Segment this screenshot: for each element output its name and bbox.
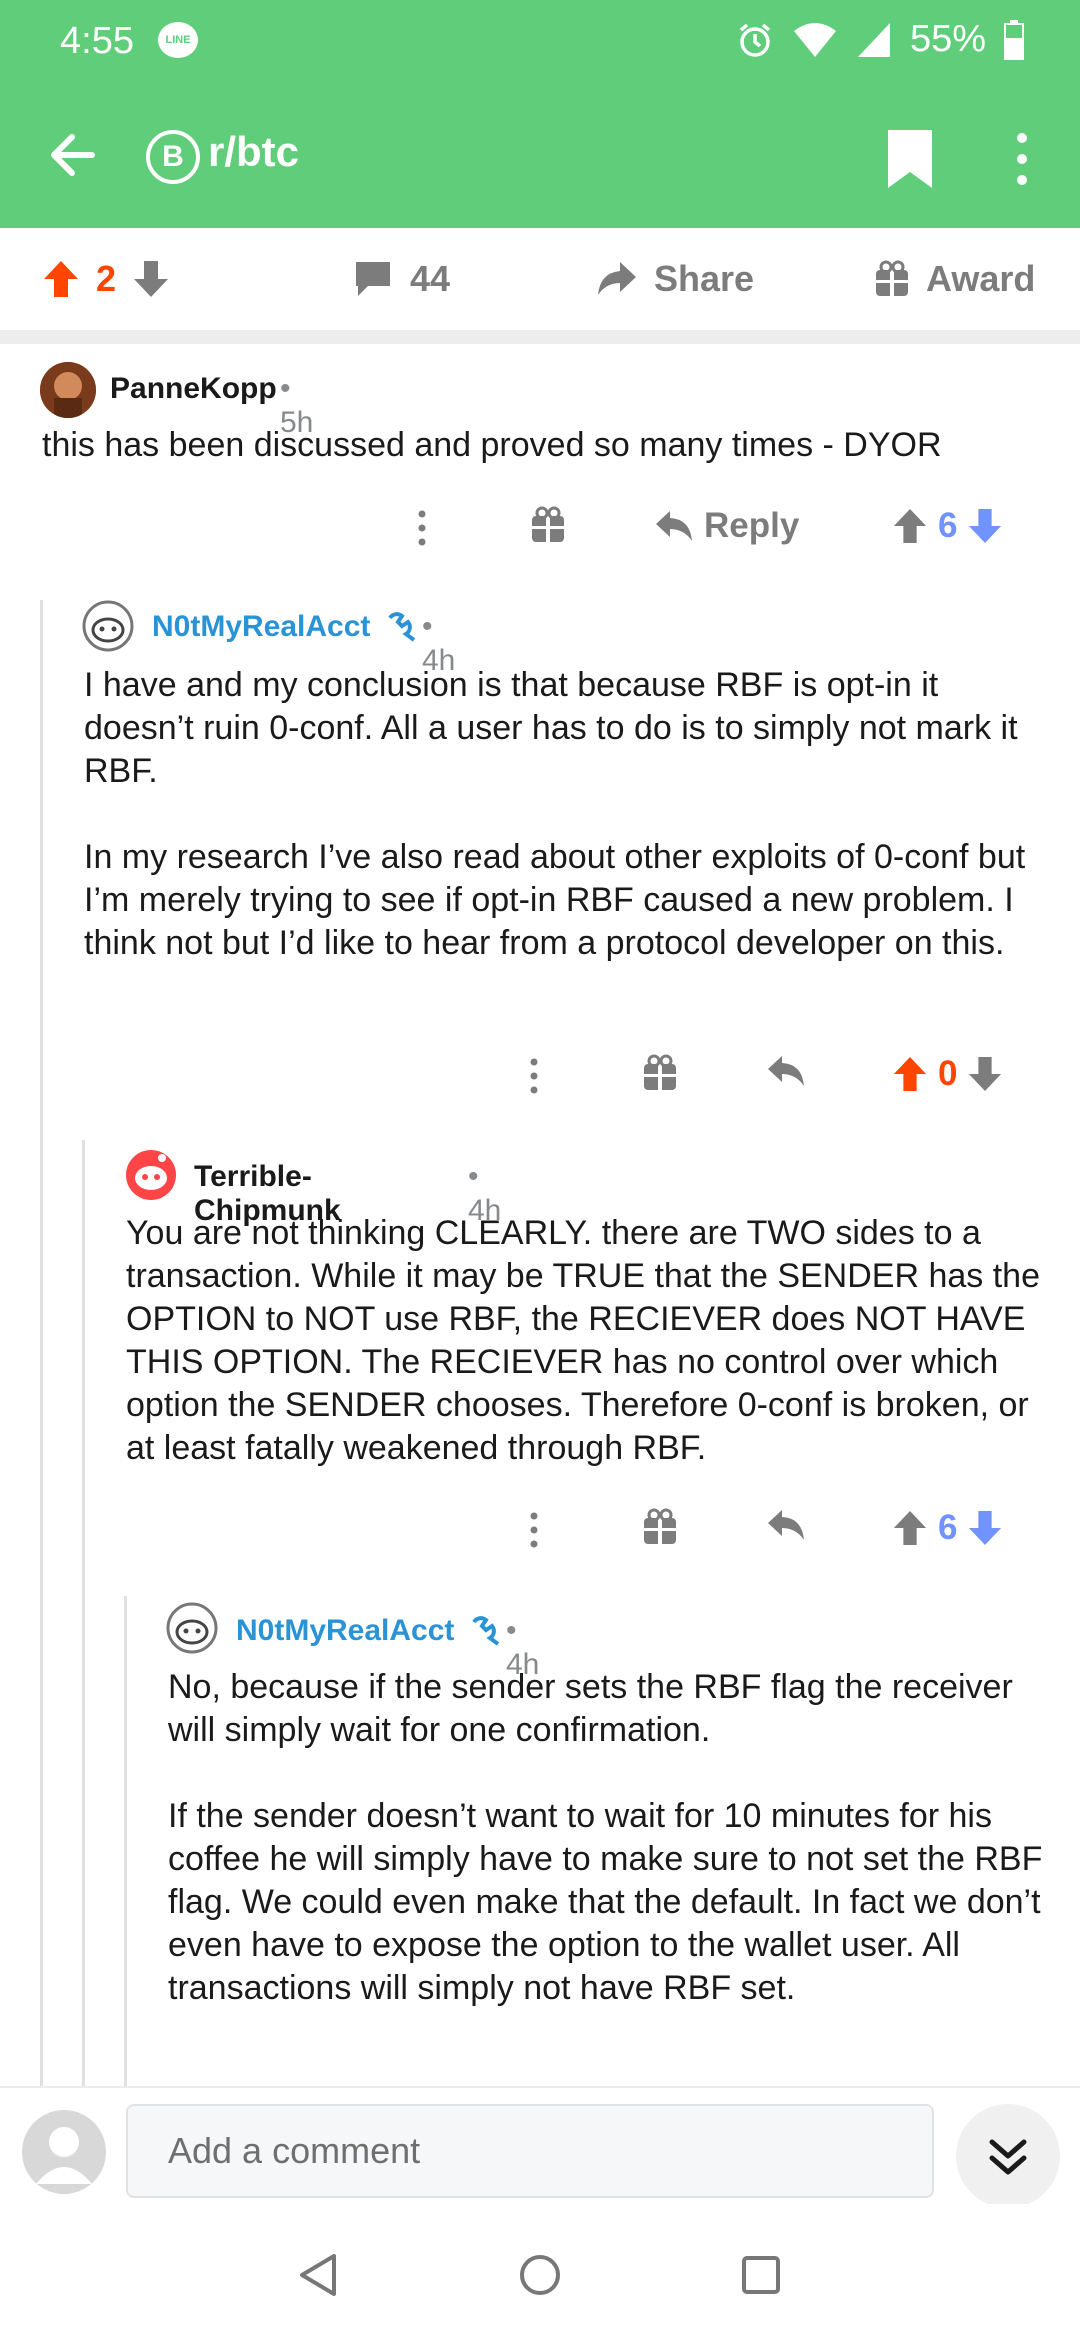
reply-arrow-icon — [656, 511, 692, 541]
avatar[interactable] — [40, 362, 96, 418]
status-time: 4:55 — [60, 20, 134, 62]
current-user-avatar[interactable] — [22, 2110, 106, 2194]
upvote-icon[interactable] — [892, 507, 928, 545]
reply-button[interactable]: Reply — [654, 506, 799, 546]
moderator-wrench-icon — [388, 612, 416, 642]
wifi-icon — [793, 22, 836, 57]
comment-score: 6 — [938, 1508, 958, 1547]
comment-body: You are not thinking CLEARLY. there are … — [126, 1212, 1056, 1470]
signal-icon — [857, 22, 890, 57]
battery-percent: 55% — [909, 18, 986, 60]
alarm-icon — [739, 23, 771, 57]
back-arrow-icon[interactable] — [40, 122, 106, 188]
bookmark-icon[interactable] — [880, 124, 940, 194]
subreddit-name[interactable]: r/btc — [208, 128, 299, 176]
comment-author[interactable]: N0tMyRealAcct — [236, 1614, 454, 1648]
share-button[interactable]: Share — [596, 258, 754, 300]
award-button[interactable]: Award — [874, 258, 1035, 300]
comment-bubble-icon — [356, 262, 390, 296]
thread-line[interactable] — [82, 1140, 85, 2086]
comment-author[interactable]: PanneKopp — [110, 372, 277, 406]
avatar[interactable] — [124, 1148, 178, 1202]
snoo-avatar-icon — [126, 1150, 176, 1200]
nav-recents-icon[interactable] — [740, 2254, 782, 2296]
battery-icon — [1004, 19, 1024, 60]
gift-icon[interactable] — [530, 506, 566, 544]
thread-line[interactable] — [40, 600, 43, 2086]
comment-score: 0 — [938, 1054, 958, 1093]
downvote-icon[interactable] — [967, 1509, 1003, 1547]
comment-actions: 6 — [0, 1500, 1080, 1560]
comment-vote-group: 6 — [892, 506, 1003, 546]
comment-author[interactable]: N0tMyRealAcct — [152, 610, 370, 644]
nav-home-icon[interactable] — [518, 2252, 562, 2298]
reply-arrow-icon[interactable] — [766, 1054, 806, 1088]
snoo-avatar-icon — [166, 1602, 218, 1654]
share-icon — [598, 262, 636, 295]
default-user-icon — [36, 2127, 92, 2184]
status-bar: 4:55 LINE 55% — [0, 0, 1080, 84]
subreddit-icon[interactable]: B — [146, 130, 200, 184]
post-vote-group: 2 — [42, 258, 170, 300]
comments-count: 44 — [410, 258, 451, 299]
avatar[interactable] — [166, 1602, 218, 1654]
comment-body: I have and my conclusion is that because… — [84, 664, 1054, 965]
reply-arrow-icon[interactable] — [766, 1508, 806, 1542]
upvote-icon[interactable] — [892, 1509, 928, 1547]
comment-paragraph: You are not thinking CLEARLY. there are … — [126, 1214, 1040, 1467]
thread-line[interactable] — [124, 1596, 127, 2086]
collapse-comments-button[interactable] — [956, 2104, 1060, 2208]
app-header: B r/btc — [0, 84, 1080, 228]
reply-label: Reply — [704, 506, 800, 545]
comment-paragraph: I have and my conclusion is that because… — [84, 666, 1018, 790]
post-action-bar: 2 44 Share Award — [0, 228, 1080, 344]
award-label: Award — [926, 258, 1036, 299]
comment-actions: 0 — [0, 1046, 1080, 1106]
comment-actions: Reply 6 — [0, 498, 1080, 558]
comment-paragraph: this has been discussed and proved so ma… — [42, 426, 942, 464]
upvote-icon[interactable] — [892, 1055, 928, 1093]
comment-more-icon[interactable] — [524, 1508, 544, 1552]
user-avatar-icon — [40, 362, 96, 418]
gift-icon — [876, 260, 908, 296]
add-comment-input[interactable]: Add a comment — [126, 2104, 934, 2198]
gift-icon[interactable] — [642, 1508, 678, 1546]
more-options-icon[interactable] — [1002, 124, 1042, 194]
comment-paragraph: If the sender doesn’t want to wait for 1… — [168, 1797, 1043, 2007]
downvote-icon[interactable] — [967, 1055, 1003, 1093]
comment-vote-group: 0 — [892, 1054, 1003, 1094]
downvote-icon[interactable] — [967, 507, 1003, 545]
comment-score: 6 — [938, 506, 958, 545]
line-app-icon: LINE — [158, 22, 198, 58]
comment-composer-bar: Add a comment — [0, 2086, 1080, 2208]
comments-count-button[interactable]: 44 — [352, 258, 450, 300]
post-score: 2 — [96, 258, 117, 299]
comment-more-icon[interactable] — [412, 506, 432, 550]
comment-body: No, because if the sender sets the RBF f… — [168, 1666, 1058, 2010]
comment-more-icon[interactable] — [524, 1054, 544, 1098]
double-chevron-down-icon — [989, 2139, 1027, 2175]
avatar[interactable] — [82, 600, 134, 652]
comment-paragraph: In my research I’ve also read about othe… — [84, 838, 1026, 962]
comment-vote-group: 6 — [892, 1508, 1003, 1548]
system-navigation-bar — [0, 2204, 1080, 2340]
comment-body: this has been discussed and proved so ma… — [42, 424, 1042, 467]
gift-icon[interactable] — [642, 1054, 678, 1092]
snoo-avatar-icon — [82, 600, 134, 652]
moderator-wrench-icon — [472, 1616, 500, 1646]
comment-paragraph: No, because if the sender sets the RBF f… — [168, 1668, 1013, 1749]
downvote-icon[interactable] — [132, 259, 170, 299]
upvote-icon[interactable] — [42, 259, 80, 299]
nav-back-icon[interactable] — [296, 2252, 340, 2298]
share-label: Share — [654, 258, 755, 299]
status-icons: 55% — [736, 18, 1024, 61]
